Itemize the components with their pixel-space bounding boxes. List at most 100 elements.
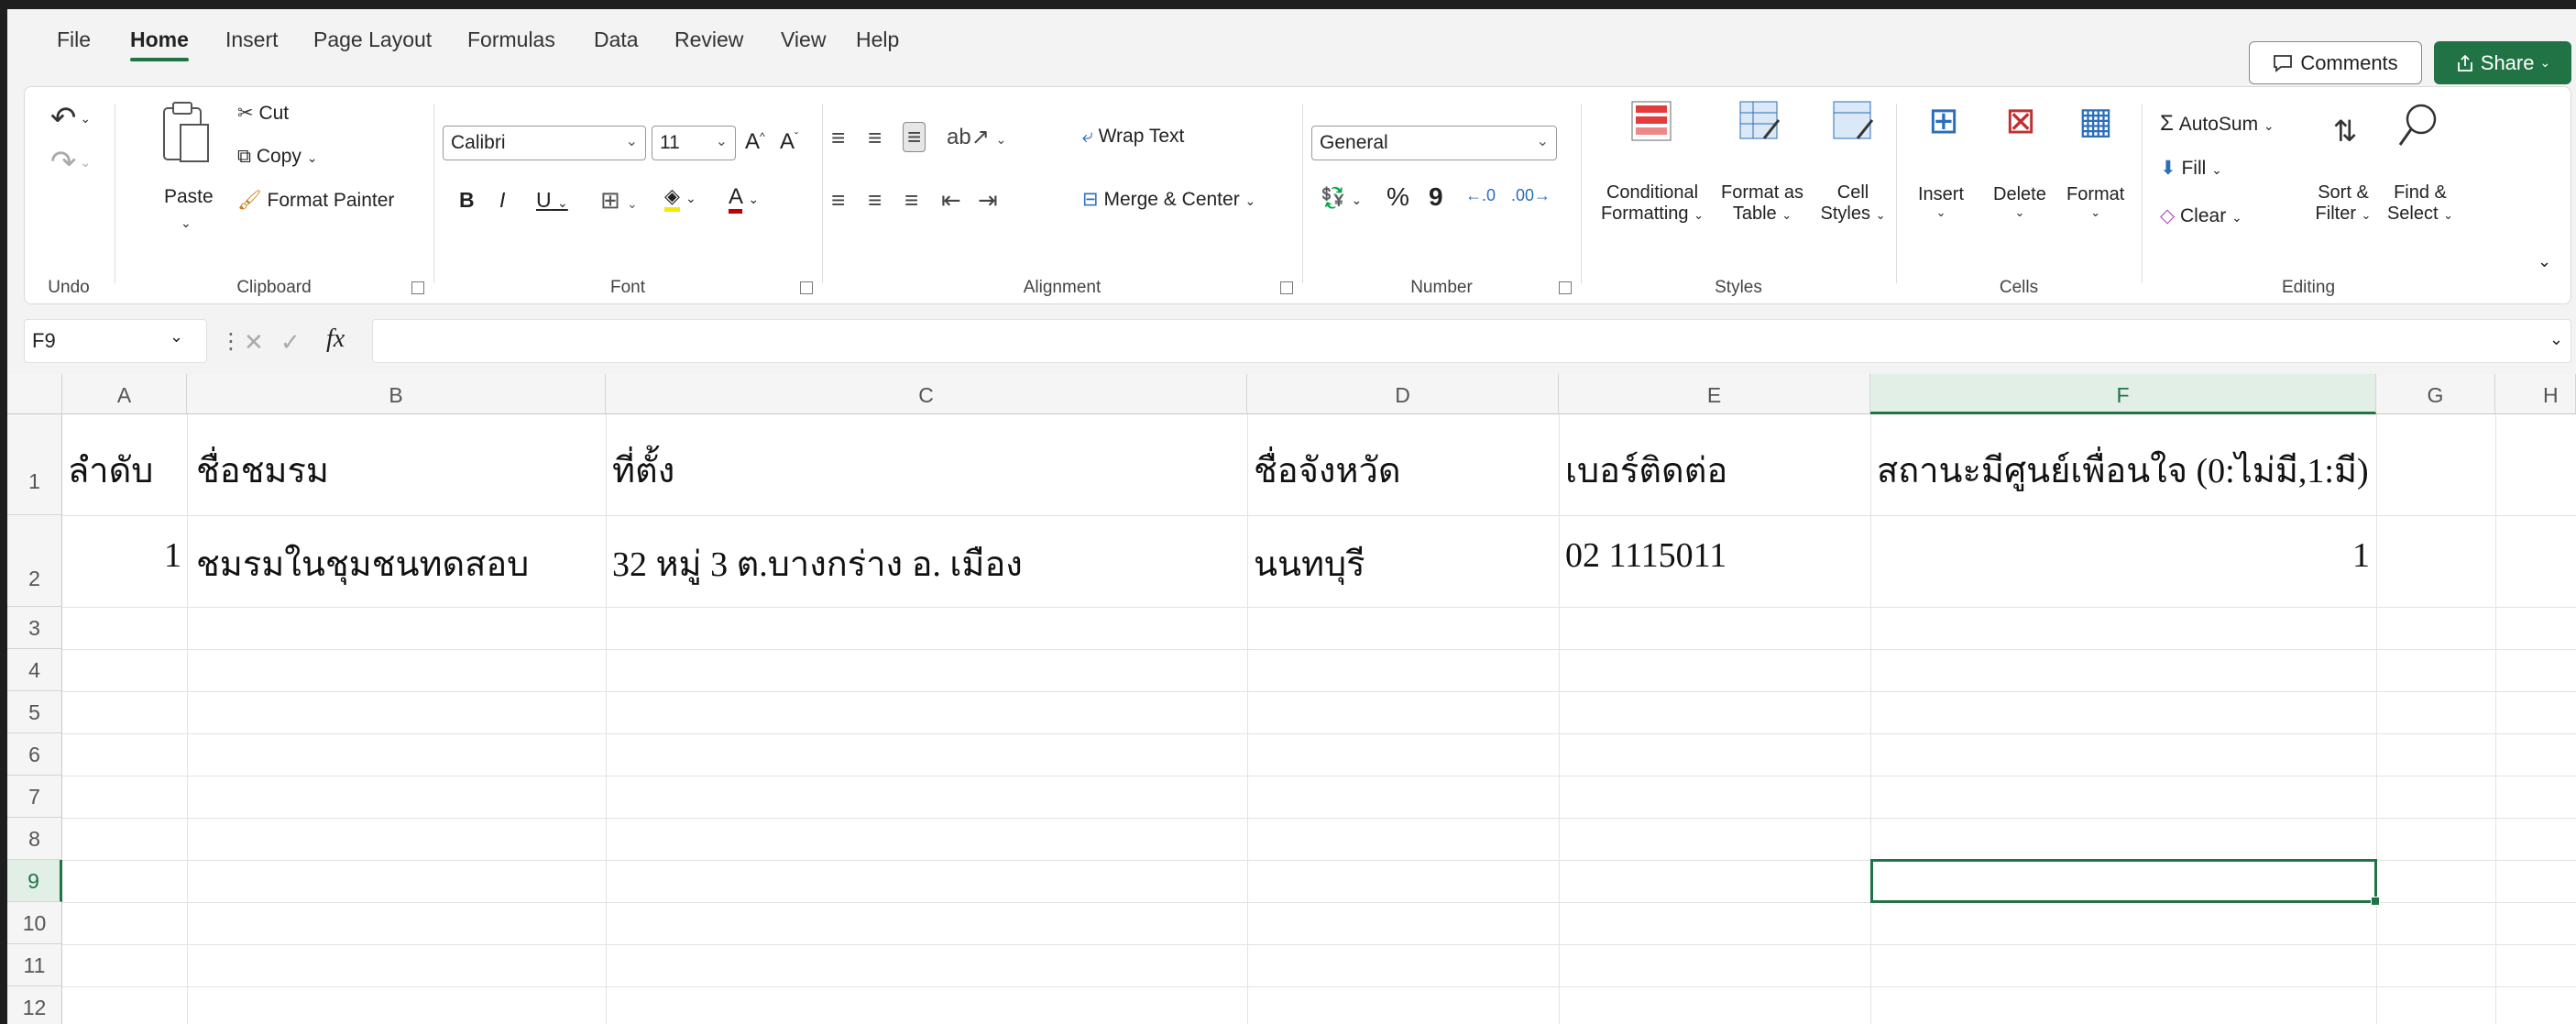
delete-cells-icon[interactable]: ⊠	[1993, 98, 2048, 144]
column-header-a[interactable]: A	[62, 374, 187, 414]
font-launcher-icon[interactable]	[800, 281, 813, 294]
number-format-dropdown[interactable]: General ⌄	[1311, 126, 1557, 160]
row-header-5[interactable]: 5	[7, 691, 62, 733]
align-middle-icon[interactable]: ≡	[868, 124, 882, 152]
bold-button[interactable]: B	[459, 188, 475, 213]
row-header-6[interactable]: 6	[7, 733, 62, 776]
orientation-icon[interactable]: ab↗ ⌄	[947, 124, 1006, 150]
column-header-c[interactable]: C	[606, 374, 1247, 414]
insert-cells-icon[interactable]: ⊞	[1916, 98, 1971, 144]
cell-c1[interactable]: ที่ตั้ง	[612, 442, 674, 498]
column-header-e[interactable]: E	[1559, 374, 1870, 414]
increase-indent-icon[interactable]: ⇥	[978, 186, 998, 215]
cell-c2[interactable]: 32 หมู่ 3 ต.บางกร่าง อ. เมือง	[612, 535, 1023, 591]
fill-button[interactable]: ⬇ Fill ⌄	[2160, 157, 2222, 180]
tab-page-layout[interactable]: Page Layout	[310, 24, 435, 56]
increase-decimal-icon[interactable]: ←.0	[1465, 186, 1496, 205]
row-header-8[interactable]: 8	[7, 818, 62, 860]
row-header-4[interactable]: 4	[7, 649, 62, 691]
fill-color-icon[interactable]: ◈ ⌄	[664, 184, 696, 212]
more-options-icon[interactable]: ⋮	[220, 328, 242, 355]
column-header-b[interactable]: B	[187, 374, 606, 414]
tab-review[interactable]: Review	[671, 24, 747, 56]
comma-style-button[interactable]: 9	[1429, 182, 1443, 212]
row-header-11[interactable]: 11	[7, 944, 62, 986]
decrease-decimal-icon[interactable]: .00→	[1511, 186, 1551, 205]
copy-button[interactable]: ⧉ Copy ⌄	[237, 146, 317, 168]
decrease-indent-icon[interactable]: ⇤	[941, 186, 961, 215]
accounting-format-icon[interactable]: 💱 ⌄	[1321, 186, 1362, 210]
column-header-d[interactable]: D	[1247, 374, 1559, 414]
tab-data[interactable]: Data	[590, 24, 642, 56]
align-top-icon[interactable]: ≡	[831, 124, 845, 152]
insert-function-button[interactable]: fx	[326, 325, 345, 354]
name-box[interactable]: F9 ⌄	[24, 319, 207, 363]
merge-center-button[interactable]: ⊟ Merge & Center ⌄	[1082, 188, 1255, 211]
conditional-formatting-button[interactable]: Conditional Formatting ⌄	[1588, 182, 1716, 225]
sort-filter-button[interactable]: Sort & Filter ⌄	[2307, 182, 2380, 225]
paste-button[interactable]: Paste	[164, 186, 214, 208]
clipboard-launcher-icon[interactable]	[411, 281, 424, 294]
percent-button[interactable]: %	[1387, 182, 1409, 212]
align-right-icon[interactable]: ≡	[904, 186, 918, 215]
row-header-9[interactable]: 9	[7, 860, 62, 902]
tab-insert[interactable]: Insert	[222, 24, 282, 56]
cell-d1[interactable]: ชื่อจังหวัด	[1254, 442, 1401, 498]
magnifier-icon[interactable]	[2391, 98, 2446, 153]
cell-a1[interactable]: ลำดับ	[68, 442, 153, 498]
formula-input[interactable]	[372, 319, 2571, 363]
delete-button[interactable]: Delete ⌄	[1993, 184, 2046, 220]
font-color-button[interactable]: A ⌄	[729, 184, 759, 214]
font-name-dropdown[interactable]: Calibri ⌄	[443, 126, 646, 160]
insert-button[interactable]: Insert ⌄	[1918, 184, 1964, 220]
row-header-3[interactable]: 3	[7, 607, 62, 649]
sort-filter-icon[interactable]: ⇅	[2318, 104, 2373, 159]
borders-icon[interactable]: ⊞ ⌄	[600, 186, 638, 215]
conditional-formatting-icon[interactable]	[1628, 98, 1674, 144]
tab-help[interactable]: Help	[852, 24, 903, 56]
format-cells-icon[interactable]: ▦	[2068, 98, 2123, 144]
row-header-2[interactable]: 2	[7, 515, 62, 607]
tab-view[interactable]: View	[777, 24, 829, 56]
shrink-font-button[interactable]: Aˇ	[780, 129, 798, 155]
cell-b2[interactable]: ชมรมในชุมชนทดสอบ	[196, 535, 529, 591]
column-header-f[interactable]: F	[1870, 374, 2376, 414]
number-launcher-icon[interactable]	[1559, 281, 1572, 294]
row-header-7[interactable]: 7	[7, 776, 62, 818]
find-select-button[interactable]: Find & Select ⌄	[2384, 182, 2457, 225]
undo-icon[interactable]: ↶ ⌄	[43, 100, 98, 137]
select-all-corner[interactable]	[7, 374, 62, 414]
align-bottom-icon[interactable]: ≡	[903, 122, 926, 152]
cell-styles-icon[interactable]	[1830, 98, 1876, 144]
redo-icon[interactable]: ↷ ⌄	[43, 144, 98, 181]
comments-button[interactable]: Comments	[2249, 41, 2422, 84]
clear-button[interactable]: ◇ Clear ⌄	[2160, 204, 2242, 227]
cell-d2[interactable]: นนทบุรี	[1254, 535, 1365, 591]
enter-icon[interactable]: ✓	[280, 328, 301, 357]
share-button[interactable]: Share ⌄	[2434, 41, 2571, 84]
format-painter-button[interactable]: 🖌 Format Painter	[237, 190, 394, 212]
active-cell-selection[interactable]	[1870, 859, 2380, 906]
grow-font-button[interactable]: A^	[745, 129, 765, 155]
cell-b1[interactable]: ชื่อชมรม	[196, 442, 329, 498]
underline-button[interactable]: U ⌄	[536, 188, 568, 213]
alignment-launcher-icon[interactable]	[1280, 281, 1293, 294]
format-as-table-icon[interactable]	[1737, 98, 1782, 144]
cell-e1[interactable]: เบอร์ติดต่อ	[1565, 442, 1727, 498]
tab-formulas[interactable]: Formulas	[464, 24, 559, 56]
cell-styles-button[interactable]: Cell Styles ⌄	[1812, 182, 1894, 225]
paste-icon[interactable]	[153, 94, 217, 177]
tab-home[interactable]: Home	[126, 24, 192, 61]
expand-formula-icon[interactable]: ⌄	[2549, 330, 2563, 349]
cell-a2[interactable]: 1	[68, 535, 181, 576]
cell-e2[interactable]: 02 1115011	[1565, 535, 1726, 576]
cell-f2[interactable]: 1	[1877, 535, 2370, 576]
wrap-text-button[interactable]: ⤶ Wrap Text	[1082, 126, 1184, 148]
collapse-ribbon-icon[interactable]: ⌄	[2538, 252, 2551, 271]
align-center-icon[interactable]: ≡	[868, 186, 882, 215]
format-button[interactable]: Format ⌄	[2066, 184, 2124, 220]
worksheet-grid[interactable]: A B C D E F G H 1 2 3 4 5 6 7 8 9 10 11 …	[7, 374, 2576, 1024]
autosum-button[interactable]: Σ AutoSum ⌄	[2160, 111, 2275, 137]
column-header-g[interactable]: G	[2376, 374, 2495, 414]
cut-button[interactable]: ✂ Cut	[237, 102, 289, 125]
